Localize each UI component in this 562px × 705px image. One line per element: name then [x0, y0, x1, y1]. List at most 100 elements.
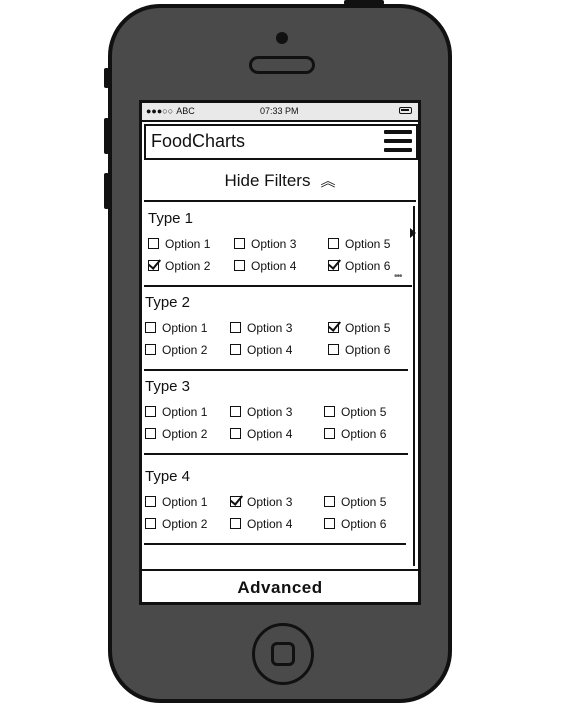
filter-option[interactable]: Option 6: [328, 259, 390, 273]
more-dots-icon: •••: [394, 271, 402, 282]
checkbox-unchecked[interactable]: [230, 406, 241, 417]
filter-option[interactable]: Option 2: [148, 259, 210, 273]
filter-option[interactable]: Option 3: [230, 321, 292, 335]
home-button[interactable]: [252, 623, 314, 685]
hamburger-menu-icon[interactable]: [384, 130, 412, 154]
filter-option-label: Option 6: [341, 517, 387, 531]
filter-option-label: Option 1: [162, 321, 208, 335]
hide-filters-toggle[interactable]: Hide Filters ︽: [142, 163, 418, 199]
checkbox-unchecked[interactable]: [328, 238, 339, 249]
volume-up-button: [104, 118, 109, 154]
filter-option[interactable]: Option 2: [145, 427, 207, 441]
filter-option-label: Option 2: [165, 259, 211, 273]
filter-option-label: Option 1: [162, 405, 208, 419]
status-time: 07:33 PM: [260, 106, 299, 116]
scrollbar-track[interactable]: [413, 206, 415, 566]
filter-option[interactable]: Option 1: [148, 237, 210, 251]
filter-option-label: Option 3: [247, 321, 293, 335]
filter-option[interactable]: Option 3: [230, 405, 292, 419]
filter-option[interactable]: Option 5: [328, 237, 390, 251]
filter-option-label: Option 6: [341, 427, 387, 441]
checkbox-unchecked[interactable]: [230, 518, 241, 529]
app-title: FoodCharts: [151, 131, 246, 151]
signal-strength-icon: ●●●○○: [146, 106, 174, 116]
checkbox-unchecked[interactable]: [145, 322, 156, 333]
filter-option[interactable]: Option 6: [324, 517, 386, 531]
checkbox-unchecked[interactable]: [324, 406, 335, 417]
filter-option-label: Option 5: [345, 321, 391, 335]
earpiece-speaker: [249, 56, 315, 74]
checkbox-checked[interactable]: [148, 260, 159, 271]
filter-option-label: Option 6: [345, 259, 391, 273]
checkbox-unchecked[interactable]: [234, 238, 245, 249]
checkbox-checked[interactable]: [328, 322, 339, 333]
filter-option[interactable]: Option 6: [324, 427, 386, 441]
checkbox-unchecked[interactable]: [324, 496, 335, 507]
scrollbar-thumb[interactable]: [410, 228, 416, 238]
checkbox-unchecked[interactable]: [145, 518, 156, 529]
filter-option-label: Option 3: [251, 237, 297, 251]
app-navbar: FoodCharts: [144, 124, 418, 160]
carrier-name: ABC: [176, 106, 195, 116]
group-divider: [144, 285, 412, 287]
checkbox-checked[interactable]: [230, 496, 241, 507]
filter-option[interactable]: Option 3: [230, 495, 292, 509]
phone-screen: ●●●○○ ABC 07:33 PM FoodCharts Hide Filter…: [139, 100, 421, 605]
status-left: ●●●○○ ABC: [146, 103, 195, 120]
checkbox-unchecked[interactable]: [145, 428, 156, 439]
filter-option[interactable]: Option 5: [328, 321, 390, 335]
checkbox-unchecked[interactable]: [230, 344, 241, 355]
checkbox-checked[interactable]: [328, 260, 339, 271]
checkbox-unchecked[interactable]: [328, 344, 339, 355]
hide-filters-label: Hide Filters: [224, 171, 311, 190]
checkbox-unchecked[interactable]: [324, 518, 335, 529]
filter-option-label: Option 2: [162, 517, 208, 531]
filter-option[interactable]: Option 4: [230, 517, 292, 531]
checkbox-unchecked[interactable]: [324, 428, 335, 439]
double-chevron-up-icon: ︽: [320, 172, 336, 190]
status-bar: ●●●○○ ABC 07:33 PM: [142, 103, 418, 122]
filter-option-label: Option 4: [251, 259, 297, 273]
filter-group-title: Type 4: [145, 468, 191, 485]
filter-option-label: Option 4: [247, 427, 293, 441]
checkbox-unchecked[interactable]: [234, 260, 245, 271]
group-divider: [144, 543, 406, 545]
filter-option-label: Option 3: [247, 405, 293, 419]
volume-down-button: [104, 173, 109, 209]
filter-option[interactable]: Option 5: [324, 405, 386, 419]
filter-option-label: Option 6: [345, 343, 391, 357]
filter-option-label: Option 4: [247, 343, 293, 357]
filter-option[interactable]: Option 4: [230, 343, 292, 357]
group-divider: [144, 369, 408, 371]
checkbox-unchecked[interactable]: [230, 428, 241, 439]
filter-option[interactable]: Option 6: [328, 343, 390, 357]
checkbox-unchecked[interactable]: [145, 344, 156, 355]
filter-option-label: Option 4: [247, 517, 293, 531]
filter-option[interactable]: Option 4: [234, 259, 296, 273]
filter-option-label: Option 2: [162, 427, 208, 441]
filter-group-title: Type 2: [145, 294, 191, 311]
filter-option[interactable]: Option 1: [145, 495, 207, 509]
filter-option[interactable]: Option 2: [145, 343, 207, 357]
checkbox-unchecked[interactable]: [148, 238, 159, 249]
filter-option[interactable]: Option 1: [145, 321, 207, 335]
filter-option-label: Option 5: [341, 495, 387, 509]
battery-icon: [399, 107, 412, 114]
power-button: [344, 0, 384, 5]
filter-option[interactable]: Option 5: [324, 495, 386, 509]
checkbox-unchecked[interactable]: [145, 406, 156, 417]
mute-switch: [104, 68, 109, 88]
filter-option-label: Option 3: [247, 495, 293, 509]
front-camera: [276, 32, 288, 44]
filter-option-label: Option 2: [162, 343, 208, 357]
advanced-button[interactable]: Advanced: [142, 569, 418, 602]
filter-option[interactable]: Option 1: [145, 405, 207, 419]
filter-option[interactable]: Option 4: [230, 427, 292, 441]
filter-option-label: Option 1: [165, 237, 211, 251]
filter-option[interactable]: Option 2: [145, 517, 207, 531]
filter-group-title: Type 1: [148, 210, 194, 227]
filter-groups-list: Type 1 Option 1 Option 2 Option 3 Option 4 Op…: [142, 203, 412, 548]
checkbox-unchecked[interactable]: [230, 322, 241, 333]
filter-option[interactable]: Option 3: [234, 237, 296, 251]
checkbox-unchecked[interactable]: [145, 496, 156, 507]
